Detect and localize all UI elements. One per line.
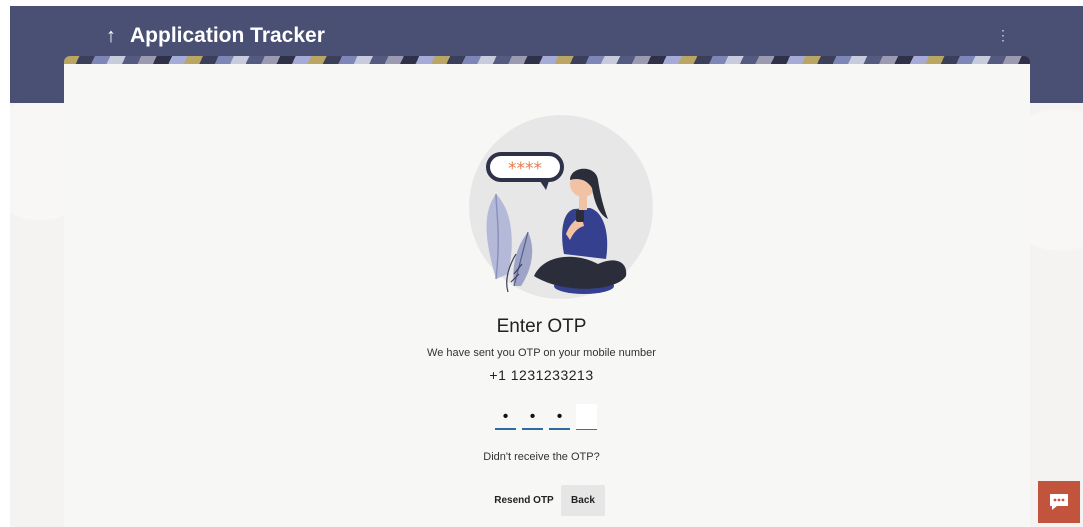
otp-digit-4[interactable] (576, 404, 597, 430)
back-button[interactable]: Back (561, 485, 605, 516)
otp-title: Enter OTP (496, 316, 587, 337)
otp-digit-2[interactable]: • (522, 404, 543, 430)
kebab-menu-icon[interactable]: ⋮ (996, 26, 1010, 44)
bubble-text: **** (508, 159, 542, 179)
page-title-group: ↑ Application Tracker (106, 24, 325, 48)
page-title: Application Tracker (130, 24, 325, 47)
otp-not-received-text: Didn't receive the OTP? (483, 451, 600, 463)
otp-digit-3[interactable]: • (549, 404, 570, 430)
otp-illustration: **** (469, 115, 653, 299)
up-arrow-icon[interactable]: ↑ (106, 25, 116, 48)
resend-otp-button[interactable]: Resend OTP (493, 485, 555, 516)
chat-bubble-icon (1050, 494, 1068, 510)
otp-subtitle: We have sent you OTP on your mobile numb… (427, 347, 656, 359)
chat-button[interactable] (1038, 481, 1080, 523)
otp-digit-1[interactable]: • (495, 404, 516, 430)
phone-number: +1 1231233213 (489, 367, 594, 383)
